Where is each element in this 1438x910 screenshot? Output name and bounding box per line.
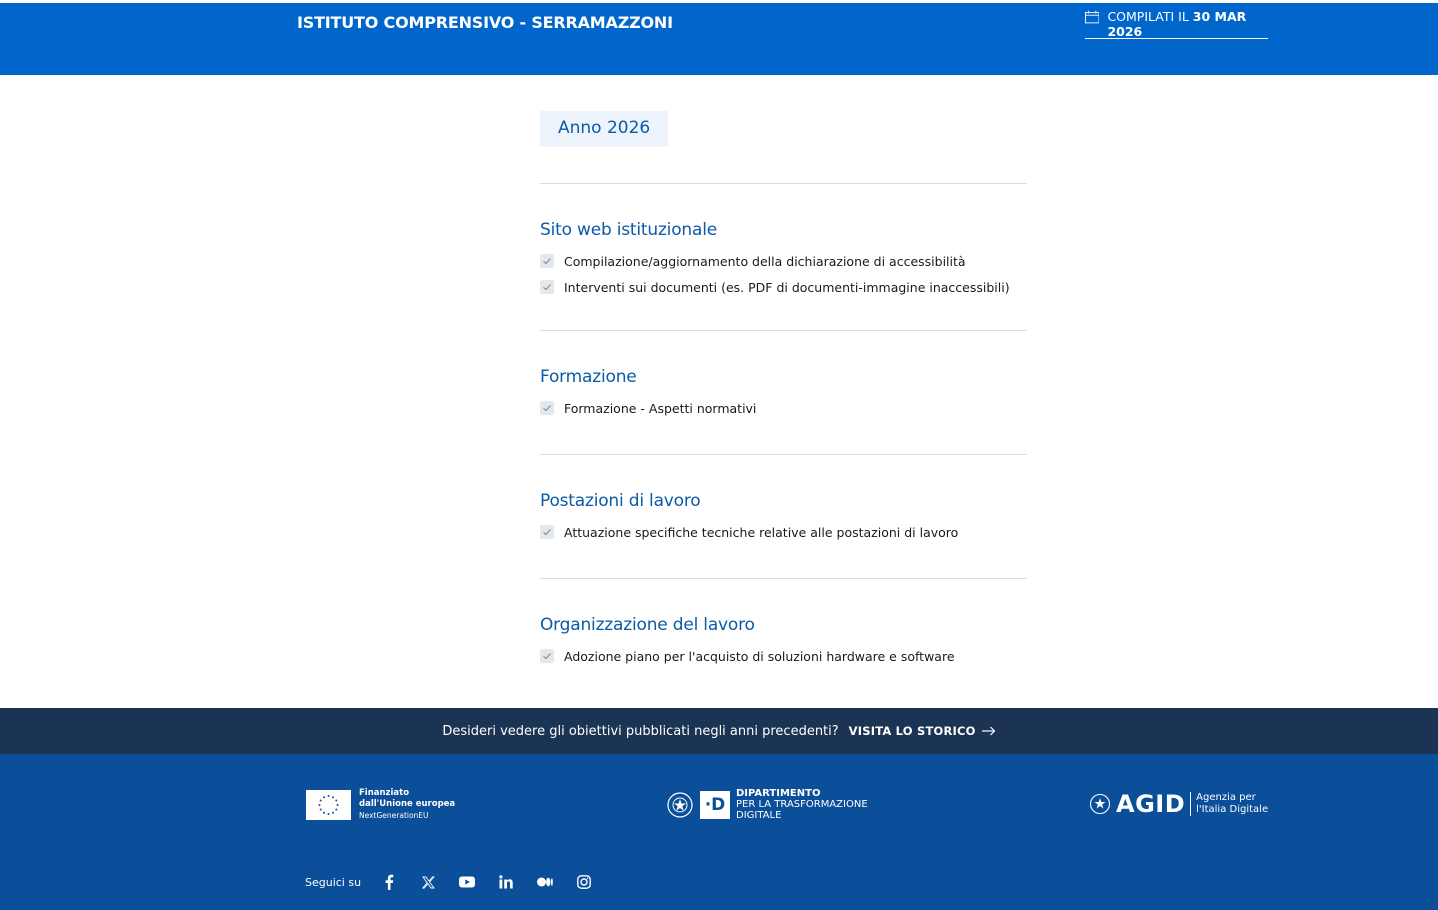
list-item: Adozione piano per l'acquisto di soluzio…	[540, 643, 1027, 669]
check-icon	[540, 649, 554, 663]
check-icon	[540, 525, 554, 539]
social-label: Seguici su	[305, 875, 362, 889]
check-icon	[540, 401, 554, 415]
site-header: ISTITUTO COMPRENSIVO - SERRAMAZZONI COMP…	[0, 3, 1438, 75]
history-link[interactable]: VISITA LO STORICO	[849, 724, 996, 738]
eu-text: Finanziato dall'Unione europea NextGener…	[359, 788, 456, 820]
section-title: Sito web istituzionale	[540, 220, 717, 240]
dtd-text: DIPARTIMENTO PER LA TRASFORMAZIONE DIGIT…	[736, 788, 868, 821]
agid-logo[interactable]: AGID Agenzia per l'Italia Digitale	[1089, 790, 1268, 818]
section-title: Formazione	[540, 367, 637, 387]
section-formazione: Formazione Formazione - Aspetti normativ…	[540, 331, 1027, 455]
history-bar: Desideri vedere gli obiettivi pubblicati…	[0, 708, 1438, 754]
list-item: Interventi sui documenti (es. PDF di doc…	[540, 274, 1027, 300]
list-item: Formazione - Aspetti normativi	[540, 395, 1027, 421]
dtd-logo[interactable]: ·D DIPARTIMENTO PER LA TRASFORMAZIONE DI…	[666, 788, 868, 821]
eu-flag-icon	[306, 789, 351, 820]
main-content: Anno 2026 Sito web istituzionale Compila…	[540, 111, 1027, 669]
agid-wordmark: AGID	[1116, 790, 1186, 818]
compiled-text: COMPILATI IL 30 MAR 2026	[1107, 9, 1247, 39]
section-sito-web: Sito web istituzionale Compilazione/aggi…	[540, 184, 1027, 331]
republic-emblem-icon	[667, 791, 693, 818]
arrow-right-icon	[981, 726, 995, 736]
page-title: ISTITUTO COMPRENSIVO - SERRAMAZZONI	[297, 13, 673, 32]
republic-emblem-icon	[1089, 793, 1111, 815]
section-postazioni: Postazioni di lavoro Attuazione specific…	[540, 455, 1027, 579]
section-title: Organizzazione del lavoro	[540, 615, 755, 635]
check-icon	[540, 254, 554, 268]
compiled-date: COMPILATI IL 30 MAR 2026	[1085, 9, 1268, 39]
eu-funding-logo[interactable]: Finanziato dall'Unione europea NextGener…	[306, 788, 455, 821]
list-item: Compilazione/aggiornamento della dichiar…	[540, 248, 1027, 274]
dtd-mark: ·D	[700, 790, 730, 819]
list-item: Attuazione specifiche tecniche relative …	[540, 519, 1027, 545]
section-organizzazione: Organizzazione del lavoro Adozione piano…	[540, 579, 1027, 669]
year-badge: Anno 2026	[540, 111, 669, 147]
agid-subtitle: Agenzia per l'Italia Digitale	[1190, 792, 1268, 816]
section-title: Postazioni di lavoro	[540, 491, 701, 511]
history-question: Desideri vedere gli obiettivi pubblicati…	[442, 723, 839, 739]
youtube-icon[interactable]	[459, 874, 476, 890]
linkedin-icon[interactable]	[498, 874, 514, 890]
medium-icon[interactable]	[537, 874, 553, 890]
check-icon	[540, 280, 554, 294]
social-links: Seguici su	[305, 874, 615, 890]
facebook-icon[interactable]	[381, 874, 397, 890]
calendar-icon	[1085, 10, 1100, 24]
site-footer: Finanziato dall'Unione europea NextGener…	[0, 754, 1438, 910]
x-icon[interactable]	[420, 874, 436, 890]
instagram-icon[interactable]	[576, 874, 592, 890]
